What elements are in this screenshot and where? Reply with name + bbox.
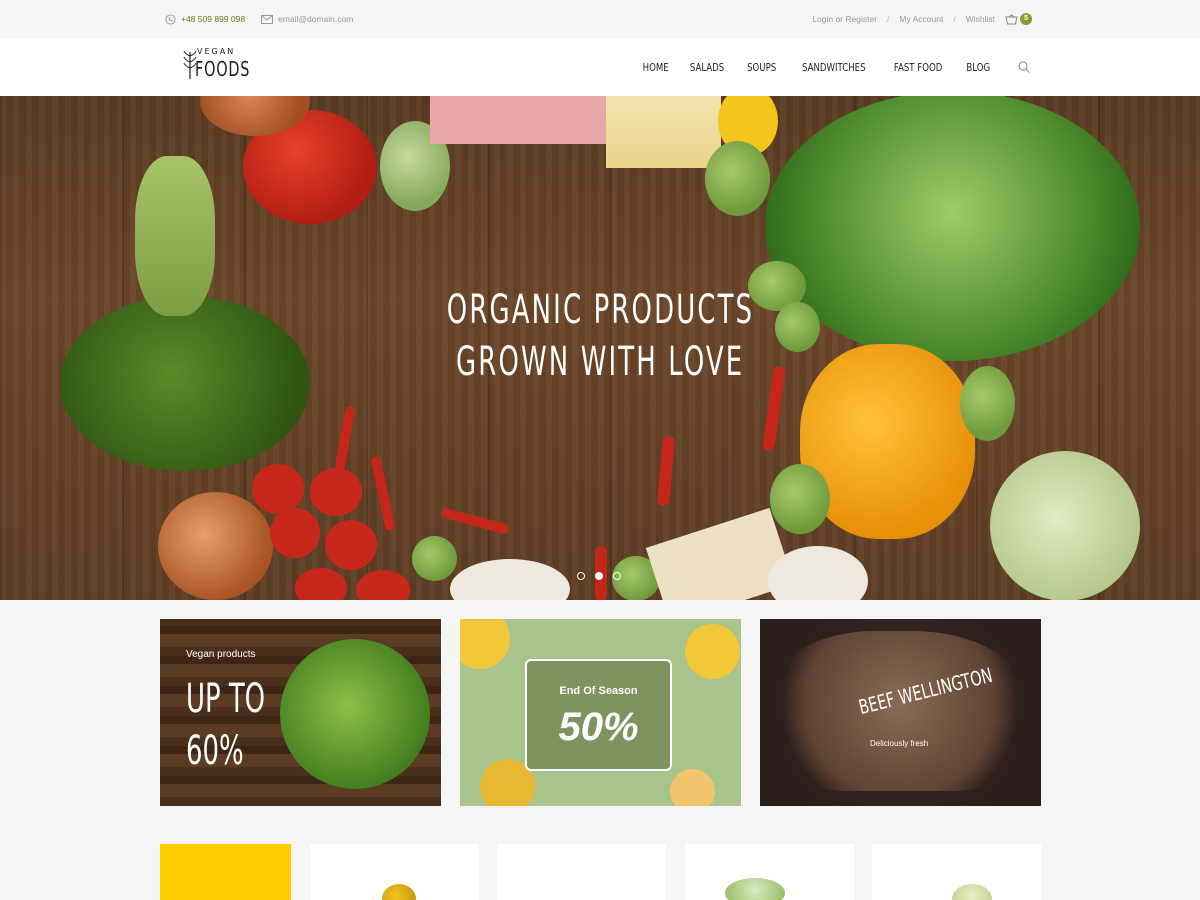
cherry-tomato-image [325,520,377,570]
cherry-tomato-image [310,468,362,516]
phone-contact[interactable]: +48 509 899 098 [165,13,246,25]
category-card[interactable] [160,844,291,900]
cart-button[interactable]: 5 [1005,13,1032,25]
slider-pagination [577,572,621,580]
envelope-icon [261,14,274,24]
search-button[interactable] [1018,61,1030,73]
promo-discount-line1: UP TO [186,676,266,722]
account-links: Login or Register / My Account / Wishlis… [812,13,1032,25]
search-icon [1018,61,1030,73]
spinach-image [280,639,430,789]
promo-label: Vegan products [186,649,256,660]
product-card[interactable] [685,844,854,900]
promo-dish-subtitle: Deliciously fresh [870,739,929,748]
product-image [952,884,992,900]
basket-icon [1005,13,1018,24]
vegetable-pattern-image [685,624,740,679]
email-address: email@domain.com [278,14,354,24]
brussels-sprout-image [705,141,770,216]
sale-sign-label: End Of Season [559,685,638,697]
slider-dot-active[interactable] [595,572,603,580]
my-account-link[interactable]: My Account [899,14,943,24]
main-header: VEGAN FOODS HOME SALADS SOUPS SANDWITCHE… [0,38,1200,96]
main-navigation: HOME SALADS SOUPS SANDWITCHES FAST FOOD … [643,38,1030,96]
sale-sign-percent: 50% [558,705,639,749]
cherry-tomato-image [252,464,304,514]
vegetable-pattern-image [460,619,510,669]
brussels-sprout-image [770,464,830,534]
phone-number: +48 509 899 098 [181,14,246,24]
promo-discount-line2: 60% [186,728,244,774]
top-utility-bar: +48 509 899 098 email@domain.com Login o… [0,0,1200,38]
separator: / [953,14,956,24]
hero-heading-line1: ORGANIC PRODUCTS [446,287,754,333]
nav-item-blog[interactable]: BLOG [966,61,990,74]
hero-heading-line2: GROWN WITH LOVE [455,339,745,385]
site-logo[interactable]: VEGAN FOODS [183,47,249,88]
kohlrabi-image [990,451,1140,600]
logo-text-main: FOODS [195,57,251,81]
cart-count-badge: 5 [1020,13,1032,25]
onion-image [158,492,273,600]
product-image [382,884,416,900]
product-card[interactable] [497,844,666,900]
promo-banner-end-of-season[interactable]: End Of Season 50% [460,619,741,806]
vegetable-pattern-image [670,769,715,806]
product-card[interactable] [310,844,479,900]
cherry-tomato-image [270,508,320,558]
cow-shaped-dishes-image [770,631,1030,791]
cherry-tomato-image [295,568,347,600]
hero-slider: ORGANIC PRODUCTS GROWN WITH LOVE [0,96,1200,600]
promo-banner-beef-wellington[interactable]: BEEF WELLINGTON Deliciously fresh [760,619,1041,806]
sale-sign: End Of Season 50% [525,659,672,771]
email-contact[interactable]: email@domain.com [261,14,353,24]
logo-text-top: VEGAN [197,47,236,56]
product-card[interactable] [872,844,1041,900]
nav-item-sandwitches[interactable]: SANDWITCHES [802,61,866,74]
hero-heading: ORGANIC PRODUCTS GROWN WITH LOVE [0,284,1200,388]
nav-item-salads[interactable]: SALADS [690,61,724,74]
nav-item-home[interactable]: HOME [643,61,669,74]
slider-dot[interactable] [577,572,585,580]
cheese-image [606,96,721,168]
promo-banner-vegan[interactable]: Vegan products UP TO 60% [160,619,441,806]
brussels-sprout-image [412,536,457,581]
nav-item-fast-food[interactable]: FAST FOOD [894,61,942,74]
login-register-link[interactable]: Login or Register [812,14,877,24]
promo-discount: UP TO 60% [186,673,265,777]
product-image [725,878,785,900]
nav-item-soups[interactable]: SOUPS [747,61,776,74]
phone-icon [165,13,176,25]
slider-dot[interactable] [613,572,621,580]
separator: / [887,14,890,24]
wishlist-link[interactable]: Wishlist [966,14,995,24]
contact-info: +48 509 899 098 email@domain.com [165,13,353,25]
ham-image [430,96,608,144]
